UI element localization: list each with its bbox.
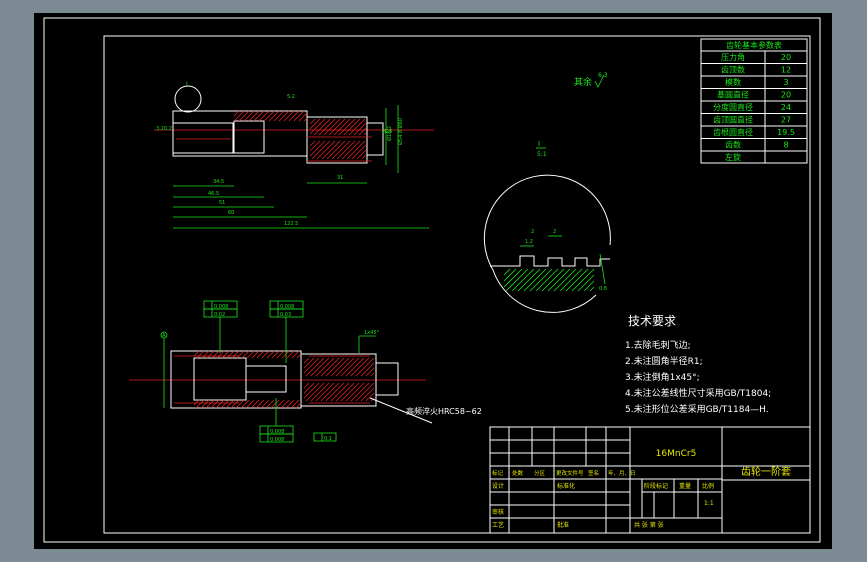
param-value: 20 bbox=[781, 91, 791, 100]
param-label: 压力角 bbox=[721, 52, 745, 62]
tb-weight: 重量 bbox=[679, 482, 691, 490]
heat-treatment-label: 高频淬火HRC58~62 bbox=[406, 406, 482, 416]
param-value: 27 bbox=[781, 116, 791, 125]
detail-dim-d: 0.8 bbox=[599, 286, 607, 292]
detail-dim-w3: 2 bbox=[553, 229, 556, 235]
top-dim-l6: 31 bbox=[337, 175, 343, 181]
tech-title: 技术要求 bbox=[628, 314, 676, 328]
param-label: 基圆直径 bbox=[717, 90, 749, 100]
tb-scale: 比例 bbox=[702, 482, 714, 490]
params-table-title: 齿轮基本参数表 bbox=[726, 40, 782, 50]
param-value: 20 bbox=[781, 53, 791, 62]
top-dim-l4: 60 bbox=[228, 210, 234, 216]
detail-dim-w1: 2 bbox=[531, 229, 534, 235]
tb-scale-value: 1:1 bbox=[704, 500, 714, 507]
tech-item: 5.未注形位公差采用GB/T1184—H. bbox=[625, 403, 769, 415]
roughness-symbol: 6.3 bbox=[594, 72, 608, 88]
tol-4: 0.03 bbox=[280, 312, 291, 318]
param-label: 齿顶数 bbox=[721, 65, 745, 75]
tech-item: 3.未注倒角1x45°; bbox=[625, 371, 700, 383]
top-view-label-i: I bbox=[186, 81, 188, 88]
param-label: 齿顶圆直径 bbox=[713, 115, 753, 125]
roughness-note: 其余 bbox=[574, 76, 592, 88]
tol-8: 0.1 bbox=[324, 436, 332, 442]
top-dim-tol: 0.2 bbox=[164, 126, 172, 132]
top-dim-dia: Ø25 bbox=[382, 128, 392, 135]
tech-item: 4.未注公差线性尺寸采用GB/T1804; bbox=[625, 387, 771, 399]
tb-header-label: 分区 bbox=[534, 469, 546, 477]
tb-header-label: 处数 bbox=[512, 469, 524, 477]
detail-scale: 5:1 bbox=[537, 151, 547, 158]
param-value: 8 bbox=[783, 141, 788, 150]
tb-header-label: 签名 bbox=[588, 469, 599, 477]
tol-6: 0.008 bbox=[270, 437, 284, 443]
param-value: 19.5 bbox=[777, 128, 795, 137]
top-dim-l2: 46.5 bbox=[208, 191, 219, 197]
chamfer-label: 1x45° bbox=[364, 330, 380, 336]
top-dim-d2: 5.2 bbox=[287, 94, 295, 100]
tb-review: 审核 bbox=[492, 508, 504, 516]
top-dim-l3: 51 bbox=[219, 200, 225, 206]
param-value: 24 bbox=[781, 103, 791, 112]
tech-requirements-list: 1.去除毛刺飞边; 2.未注圆角半径R1; 3.未注倒角1x45°; 4.未注公差线性… bbox=[625, 339, 771, 415]
param-label: 左旋 bbox=[725, 152, 741, 162]
tb-approve: 批准 bbox=[557, 521, 569, 529]
param-label: 齿数 bbox=[725, 140, 741, 150]
outer-frame bbox=[43, 17, 821, 543]
tb-design: 设计 bbox=[492, 482, 504, 490]
tech-item: 2.未注圆角半径R1; bbox=[625, 355, 703, 367]
bottom-view: A 1x45° 高频淬火HRC58~62 bbox=[129, 330, 482, 424]
top-dim-l1: 34.5 bbox=[213, 179, 224, 185]
part-name: 齿轮一阶套 bbox=[741, 465, 791, 478]
datum-a: A bbox=[162, 333, 166, 339]
tb-stage-mark: 阶段标记 bbox=[644, 482, 668, 490]
top-dim-d1: 3.2 bbox=[156, 126, 164, 132]
title-block: 16MnCr5 齿轮一阶套 标记 处数 分区 更改文件号 签名 年、月、日 设计 标准化 … bbox=[489, 426, 811, 534]
tb-header-label: 更改文件号 bbox=[556, 469, 584, 477]
param-label: 模数 bbox=[725, 77, 741, 87]
detail-view-i: 1.2 2 2 0.8 bbox=[483, 174, 611, 313]
tb-header-label: 年、月、日 bbox=[608, 469, 636, 477]
tb-sheets: 共 张 第 张 bbox=[634, 521, 664, 529]
top-dim-l5: 122.5 bbox=[284, 221, 298, 227]
material-label: 16MnCr5 bbox=[656, 449, 697, 459]
tech-item: 1.去除毛刺飞边; bbox=[625, 339, 691, 351]
param-value: 3 bbox=[783, 78, 788, 87]
top-view: I 3.2 5.2 Ø16.2 Ø54.8 Ø60 34.5 46.5 51 6… bbox=[154, 81, 434, 229]
gear-params-table: 齿轮基本参数表 压力角 20 齿顶数 12 模数 3 基圆直径 20 分度圆直径 24 齿顶圆直径 2… bbox=[700, 38, 808, 164]
detail-label: I bbox=[538, 140, 540, 148]
tb-standardize: 标准化 bbox=[557, 482, 575, 490]
roughness-value: 6.3 bbox=[598, 72, 608, 79]
tb-header-label: 标记 bbox=[492, 469, 504, 477]
cad-viewport[interactable]: 齿轮基本参数表 压力角 20 齿顶数 12 模数 3 基圆直径 20 分度圆直径 24 齿顶圆直径 2… bbox=[34, 13, 832, 549]
param-value: 12 bbox=[781, 66, 791, 75]
param-label: 齿根圆直径 bbox=[713, 127, 753, 137]
tol-2: 0.02 bbox=[214, 312, 225, 318]
tolerance-frames: 0.008 0.02 0.008 0.03 0.008 0.008 0.1 bbox=[203, 300, 337, 443]
tb-process: 工艺 bbox=[492, 521, 504, 529]
detail-dim-w2: 1.2 bbox=[525, 239, 533, 245]
param-label: 分度圆直径 bbox=[713, 102, 753, 112]
drawing-canvas: 齿轮基本参数表 压力角 20 齿顶数 12 模数 3 基圆直径 20 分度圆直径 24 齿顶圆直径 2… bbox=[43, 17, 821, 543]
